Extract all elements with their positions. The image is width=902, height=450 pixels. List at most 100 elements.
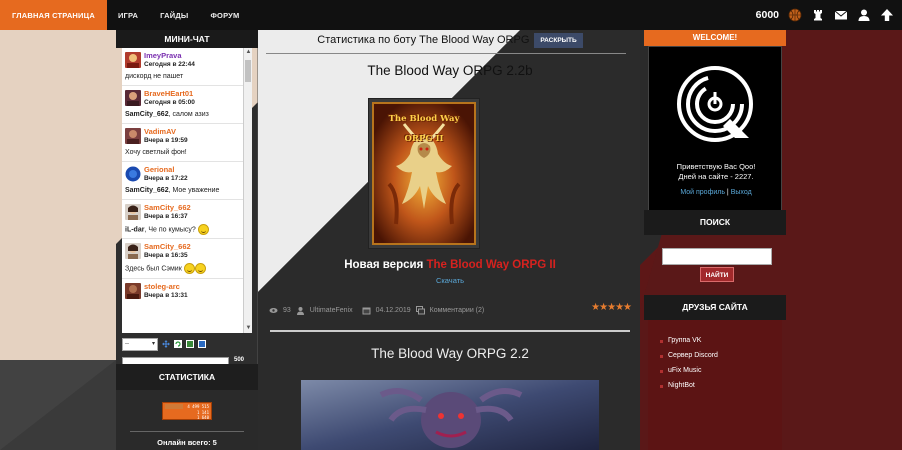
calendar-icon xyxy=(362,307,371,314)
main-content: Статистика по боту The Blood Way ORPG РА… xyxy=(266,30,634,450)
chess-rook-icon[interactable] xyxy=(811,8,825,22)
bbcode-icon[interactable] xyxy=(198,340,206,348)
mini-chat-header: МИНИ-ЧАТ xyxy=(116,30,258,48)
chat-message: BraveHEart01 Сегодня в 05:00 SamCity_662… xyxy=(122,86,243,124)
chat-author[interactable]: stoleg-arc xyxy=(144,282,188,291)
cover-banner-text: The Blood Way ORPG II xyxy=(388,114,460,144)
friends-header: ДРУЗЬЯ САЙТА xyxy=(644,295,786,320)
chat-author[interactable]: ImeyPrava xyxy=(144,51,195,60)
avatar[interactable] xyxy=(125,90,141,106)
eye-icon xyxy=(269,307,278,313)
post-cover-image[interactable]: The Blood Way ORPG II xyxy=(368,98,480,249)
chat-time: Вчера в 13:31 xyxy=(144,291,188,299)
scroll-up-icon[interactable]: ▲ xyxy=(244,48,252,57)
chat-author[interactable]: BraveHEart01 xyxy=(144,89,195,98)
online-count: Онлайн всего: 5 xyxy=(157,438,217,447)
chat-select[interactable]: -- ▾ xyxy=(122,337,158,351)
post-title[interactable]: The Blood Way ORPG 2.2 xyxy=(266,346,634,361)
chat-author[interactable]: Gerional xyxy=(144,165,188,174)
nav-item-home[interactable]: ГЛАВНАЯ СТРАНИЦА xyxy=(0,0,107,30)
post-title[interactable]: The Blood Way ORPG 2.2b xyxy=(266,63,634,78)
chat-time: Сегодня в 22:44 xyxy=(144,61,195,68)
friend-link-vk[interactable]: Группа VK xyxy=(659,337,701,344)
my-profile-link[interactable]: Мой профиль xyxy=(680,189,725,196)
avatar[interactable] xyxy=(125,243,141,260)
chat-message: ImeyPrava Сегодня в 22:44 дискорд не паш… xyxy=(122,48,243,86)
chat-scrollbar[interactable]: ▲ ▼ xyxy=(243,48,252,333)
download-link[interactable]: Скачать xyxy=(266,276,634,285)
friends-list: Группа VK Сервер Discord uFix Music Nigh… xyxy=(648,320,782,450)
post-cover-image[interactable] xyxy=(301,380,599,450)
smiles-icon[interactable] xyxy=(186,340,194,348)
chat-char-counter: 500 xyxy=(234,357,245,363)
left-sidebar: МИНИ-ЧАТ ImeyPrava Сегодня в 22:44 диско… xyxy=(116,30,258,450)
chat-mention[interactable]: SamCity_662 xyxy=(125,187,169,194)
chat-time: Вчера в 16:35 xyxy=(144,252,188,260)
chat-scroll-thumb[interactable] xyxy=(245,60,251,82)
divider xyxy=(266,53,626,54)
chat-message: VadimAV Вчера в 19:59 Хочу светлый фон! xyxy=(122,124,243,162)
divider xyxy=(130,431,244,432)
chat-controls: -- ▾ xyxy=(122,335,252,353)
mail-icon[interactable] xyxy=(834,8,848,22)
post-headline: Новая версия The Blood Way ORPG II xyxy=(344,259,556,271)
nav-item-game[interactable]: ИГРА xyxy=(107,0,149,30)
arrow-up-icon[interactable] xyxy=(880,8,894,22)
mini-chat-messages[interactable]: ImeyPrava Сегодня в 22:44 дискорд не паш… xyxy=(122,48,252,333)
chat-author[interactable]: SamCity_662 xyxy=(144,242,191,251)
top-navigation: ГЛАВНАЯ СТРАНИЦА ИГРА ГАЙДЫ ФОРУМ 6000 xyxy=(0,0,902,30)
welcome-header: WELCOME! xyxy=(644,30,786,46)
statistics-body: 4 499 515 1 141 1 640 Онлайн всего: 5 xyxy=(116,390,258,450)
statistics-header: СТАТИСТИКА xyxy=(116,364,258,390)
nav-item-forum[interactable]: ФОРУМ xyxy=(199,0,250,30)
chat-text: Здесь был Сэмик xyxy=(125,261,240,275)
bot-stats-title: Статистика по боту The Blood Way ORPG xyxy=(317,34,530,46)
user-icon xyxy=(296,306,304,315)
avatar[interactable] xyxy=(125,282,141,299)
chat-author[interactable]: SamCity_662 xyxy=(144,203,191,212)
avatar[interactable] xyxy=(125,204,141,220)
avatar[interactable] xyxy=(125,128,141,144)
chat-message: Gerional Вчера в 17:22 SamCity_662, Мое … xyxy=(122,162,243,200)
chat-time: Вчера в 19:59 xyxy=(144,137,188,144)
expand-button[interactable]: РАСКРЫТЬ xyxy=(534,32,583,48)
greeting-text: Приветствую Вас Qoo! Дней на сайте - 222… xyxy=(676,162,756,181)
coin-balance: 6000 xyxy=(755,9,779,21)
post-meta: 93 UltimateFenix 04.12.2019 Комментарии … xyxy=(269,304,629,316)
basketball-icon[interactable] xyxy=(788,8,802,22)
bot-stats-row: Статистика по боту The Blood Way ORPG РА… xyxy=(266,30,634,50)
user-icon[interactable] xyxy=(857,8,871,22)
chat-text: SamCity_662, Мое уважение xyxy=(125,187,220,194)
chat-mention[interactable]: iL-dar xyxy=(125,226,144,233)
chat-author[interactable]: VadimAV xyxy=(144,127,188,136)
avatar[interactable] xyxy=(125,166,141,182)
search-panel: НАЙТИ xyxy=(648,235,782,295)
user-avatar-logo[interactable] xyxy=(675,64,755,144)
friend-link-nightbot[interactable]: NightBot xyxy=(660,382,695,389)
chat-message: stoleg-arc Вчера в 13:31 xyxy=(122,279,243,303)
chat-message: SamCity_662 Вчера в 16:37 iL-dar, Че по … xyxy=(122,200,243,240)
chat-time: Сегодня в 05:00 xyxy=(144,99,195,106)
scroll-down-icon[interactable]: ▼ xyxy=(244,324,252,333)
refresh-icon[interactable] xyxy=(174,340,182,348)
nav-right-tools: 6000 xyxy=(756,0,894,30)
comments-link[interactable]: Комментарии (2) xyxy=(430,307,485,314)
logout-link[interactable]: Выход xyxy=(731,189,752,196)
smiley-icon xyxy=(197,224,209,235)
friend-link-discord[interactable]: Сервер Discord xyxy=(660,352,718,359)
rating-stars[interactable]: ★★★★★ xyxy=(591,302,632,313)
search-button[interactable]: НАЙТИ xyxy=(700,267,734,282)
visitor-counter[interactable]: 4 499 515 1 141 1 640 xyxy=(162,402,212,420)
search-input[interactable] xyxy=(662,248,772,265)
chat-text: дискорд не пашет xyxy=(125,73,184,80)
smiley-icon xyxy=(194,263,206,275)
chat-mention[interactable]: SamCity_662 xyxy=(125,111,169,118)
chat-message: SamCity_662 Вчера в 16:35 Здесь был Сэми… xyxy=(122,239,243,279)
nav-item-guides[interactable]: ГАЙДЫ xyxy=(149,0,199,30)
friend-link-ufix-music[interactable]: uFix Music xyxy=(659,367,701,374)
view-count: 93 xyxy=(283,306,291,314)
move-icon[interactable] xyxy=(162,340,170,348)
chat-text: SamCity_662, салом азиз xyxy=(125,111,209,118)
avatar[interactable] xyxy=(125,52,141,68)
post-author[interactable]: UltimateFenix xyxy=(310,307,353,314)
